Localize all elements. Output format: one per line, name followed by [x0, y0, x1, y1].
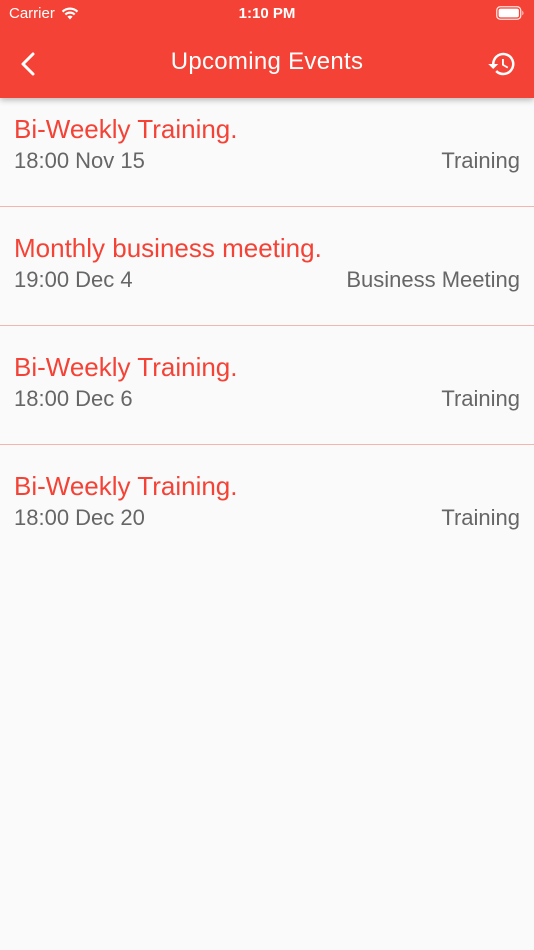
app-bar: Upcoming Events [0, 28, 534, 98]
event-list-item[interactable]: Monthly business meeting. 19:00 Dec 4 Bu… [0, 207, 534, 326]
event-list-item[interactable]: Bi-Weekly Training. 18:00 Dec 6 Training [0, 326, 534, 445]
event-type: Training [441, 386, 520, 411]
header: Carrier 1:10 PM Upcoming Events [0, 0, 534, 98]
event-type: Business Meeting [346, 267, 520, 292]
page-title: Upcoming Events [170, 48, 364, 75]
event-time: 18:00 Dec 6 [14, 386, 133, 411]
event-time: 18:00 Nov 15 [14, 148, 145, 173]
event-list-item[interactable]: Bi-Weekly Training. 18:00 Dec 20 Trainin… [0, 445, 534, 564]
history-button[interactable] [484, 46, 520, 82]
event-title: Bi-Weekly Training. [14, 114, 238, 144]
status-bar: Carrier 1:10 PM [0, 0, 534, 28]
battery-icon [496, 6, 524, 20]
event-title: Bi-Weekly Training. [14, 471, 238, 501]
history-icon [488, 52, 515, 76]
event-title: Bi-Weekly Training. [14, 352, 238, 382]
event-list-item[interactable]: Bi-Weekly Training. 18:00 Nov 15 Trainin… [0, 98, 534, 207]
status-time: 1:10 PM [238, 5, 296, 22]
event-time: 19:00 Dec 4 [14, 267, 133, 292]
events-list: Bi-Weekly Training. 18:00 Nov 15 Trainin… [0, 98, 534, 564]
event-title: Monthly business meeting. [14, 233, 322, 263]
event-type: Training [441, 148, 520, 173]
event-time: 18:00 Dec 20 [14, 505, 145, 530]
event-type: Training [441, 505, 520, 530]
